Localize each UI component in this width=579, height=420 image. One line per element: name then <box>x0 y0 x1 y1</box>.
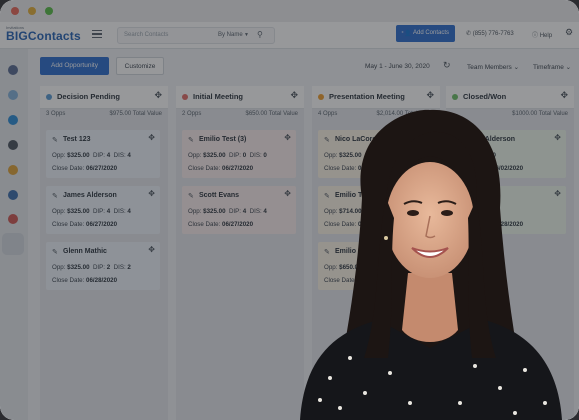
smiling-woman-photo <box>300 109 562 420</box>
app-window: Invitations BIGContacts Search Contacts … <box>0 0 579 420</box>
